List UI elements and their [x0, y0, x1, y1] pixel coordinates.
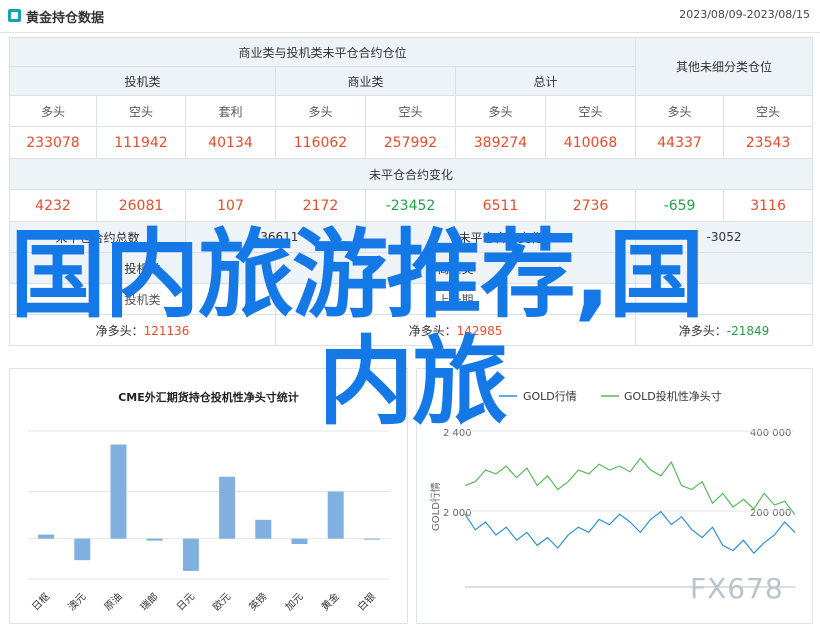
col-header: 空头 — [96, 95, 186, 127]
position-cell: 44337 — [635, 126, 725, 159]
change-cell: 2736 — [544, 189, 637, 222]
date-range: 2023/08/09-2023/08/15 — [679, 8, 810, 21]
change-section-header: 未平仓合约变化 — [8, 158, 814, 190]
position-cell: 389274 — [455, 126, 546, 159]
x-tick-label: 澳元 — [65, 590, 88, 613]
y-left-axis-label: GOLD行情 — [429, 482, 442, 531]
x-tick-label: 加元 — [283, 591, 306, 614]
position-cell: 116062 — [275, 126, 366, 159]
fx678-watermark: FX678 — [690, 572, 784, 605]
bar — [327, 491, 344, 539]
bar — [110, 444, 127, 539]
col-header: 空头 — [544, 95, 637, 127]
change-cell: 3116 — [723, 189, 814, 222]
col-header: 多头 — [275, 95, 366, 127]
position-cell: 410068 — [544, 126, 637, 159]
page-header: 黄金持仓数据 2023/08/09-2023/08/15 — [0, 0, 820, 33]
col-header: 多头 — [9, 95, 97, 127]
x-tick-label: 白银 — [355, 590, 378, 613]
change-cell: 6511 — [455, 189, 546, 222]
overlay-title-line-1: 国内旅游推荐,国 — [10, 219, 704, 331]
x-tick-label: 日枢 — [29, 590, 52, 613]
change-cell: 4232 — [9, 189, 97, 222]
position-cell: 257992 — [365, 126, 456, 159]
y-right-tick: 200 000 — [750, 508, 791, 519]
col-header: 空头 — [365, 95, 456, 127]
position-cell: 40134 — [185, 126, 276, 159]
position-cell: 233078 — [9, 126, 97, 159]
change-cell: -659 — [635, 189, 725, 222]
col-header: 空头 — [723, 95, 814, 127]
gold-spec-line — [464, 457, 796, 516]
page-title: 黄金持仓数据 — [26, 11, 105, 26]
bar — [182, 538, 199, 571]
bar — [38, 534, 55, 539]
position-cell: 23543 — [723, 126, 814, 159]
legend-gold-label: GOLD行情 — [523, 390, 577, 403]
total-header: 总计 — [454, 66, 637, 96]
bar — [74, 538, 91, 561]
overlay-title-line-2: 内旅 — [318, 326, 508, 438]
change-cell: 26081 — [96, 189, 186, 222]
x-tick-label: 英镑 — [246, 590, 269, 613]
x-tick-label: 日元 — [175, 591, 197, 613]
bar — [255, 519, 272, 539]
position-cell: 111942 — [96, 126, 186, 159]
col-header: 套利 — [185, 95, 276, 127]
legend-spec-label: GOLD投机性净头寸 — [624, 389, 722, 403]
commercial-header: 商业类 — [275, 66, 456, 96]
bar — [146, 538, 163, 541]
x-tick-label: 瑞郎 — [137, 590, 160, 613]
change-cell: -23452 — [365, 189, 456, 222]
speculative-header: 投机类 — [9, 66, 276, 96]
report-icon — [8, 9, 21, 22]
x-tick-label: 黄金 — [318, 590, 341, 613]
change-cell: 107 — [185, 189, 276, 222]
col-header: 多头 — [455, 95, 546, 127]
bar — [291, 538, 308, 545]
group-other-header: 其他未细分类仓位 — [635, 37, 814, 96]
y-right-tick: 400 000 — [750, 428, 791, 439]
group-noncommercial-header: 商业类与投机类未平仓合约仓位 — [8, 37, 637, 67]
x-tick-label: 原油 — [101, 590, 124, 613]
other-net-value: -21849 — [726, 323, 770, 338]
gold-price-line — [464, 510, 796, 555]
col-header: 多头 — [635, 95, 725, 127]
bar — [363, 538, 380, 540]
x-tick-label: 欧元 — [211, 591, 234, 614]
bar — [219, 476, 236, 539]
change-cell: 2172 — [275, 189, 366, 222]
